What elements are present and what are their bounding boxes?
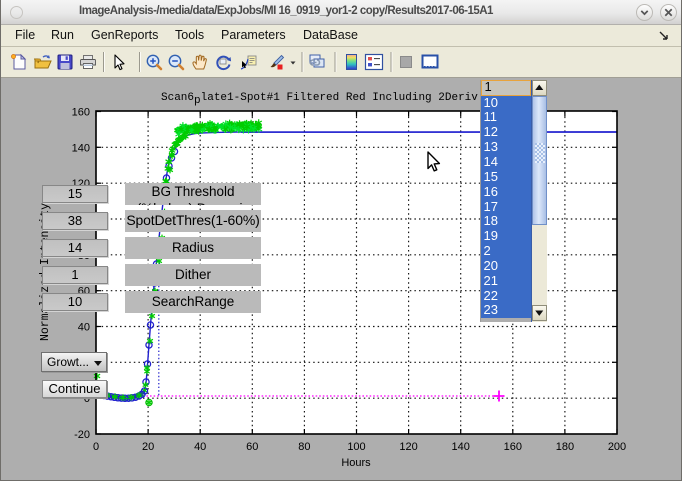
svg-text:160: 160: [72, 107, 90, 119]
svg-text:140: 140: [452, 441, 470, 453]
svg-text:0: 0: [93, 441, 99, 453]
svg-text:40: 40: [78, 322, 90, 334]
svg-text:-20: -20: [74, 429, 90, 441]
svg-text:180: 180: [556, 441, 574, 453]
svg-text:60: 60: [246, 441, 258, 453]
svg-text:80: 80: [298, 441, 310, 453]
svg-text:160: 160: [504, 441, 522, 453]
svg-text:40: 40: [194, 441, 206, 453]
svg-text:Hours: Hours: [341, 457, 371, 469]
svg-text:200: 200: [608, 441, 626, 453]
svg-text:20: 20: [142, 441, 154, 453]
svg-text:140: 140: [72, 142, 90, 154]
svg-text:120: 120: [399, 441, 417, 453]
svg-text:Scan6plate1-Spot#1 Filtered Re: Scan6plate1-Spot#1 Filtered Red Includin…: [161, 92, 511, 107]
svg-text:100: 100: [347, 441, 365, 453]
